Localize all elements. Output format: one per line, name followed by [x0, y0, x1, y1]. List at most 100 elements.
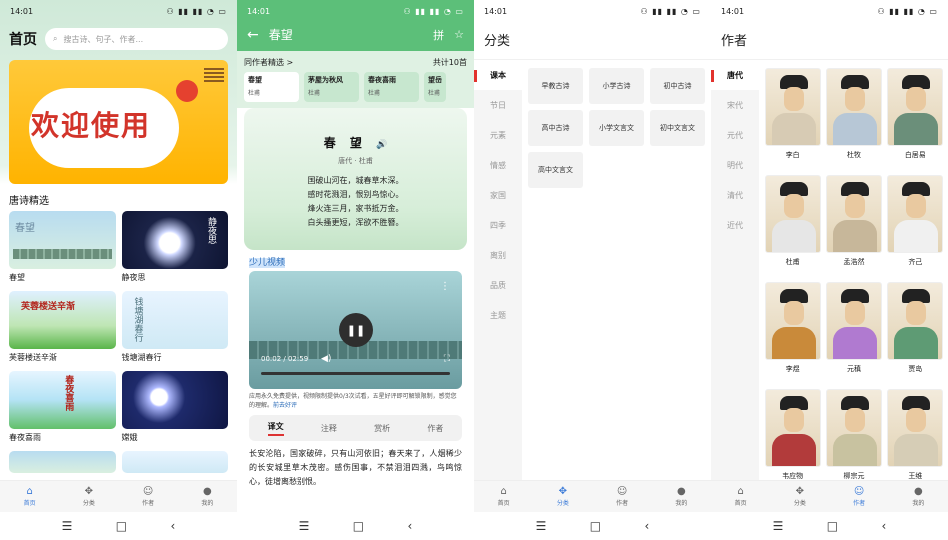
poem-name: 春望 — [9, 273, 25, 282]
tab-mine[interactable]: ● 我的 — [898, 486, 938, 507]
status-time: 14:01 — [10, 6, 34, 16]
video-progress-bar[interactable] — [261, 372, 450, 375]
video-player[interactable]: ⋮ ❚❚ 00:02 / 02:59 ◀) ⛶ — [249, 271, 462, 389]
category-item[interactable]: 离别 — [474, 240, 522, 270]
poem-card[interactable]: 钱塘湖春行 钱塘湖春行 — [121, 291, 228, 365]
author-name: 白居易 — [904, 151, 926, 159]
work-chip[interactable]: 望岳 杜甫 — [424, 72, 446, 102]
poem-card[interactable]: 嫦娥 — [121, 371, 228, 445]
tab-home[interactable]: ⌂ 首页 — [484, 486, 524, 507]
author-card[interactable]: 白居易 — [887, 68, 944, 175]
menu-nav-button[interactable]: ☰ — [62, 519, 73, 533]
tab-mine[interactable]: ● 我的 — [187, 486, 227, 507]
work-chip[interactable]: 春望 杜甫 — [244, 72, 299, 102]
translation-text: 长安沦陷，国家破碎，只有山河依旧；春天来了，人烟稀少的长安城里草木茂密。感伤国事… — [249, 449, 462, 486]
status-icons: ⚇ ▮▮ ▮▮ ◔ ▭ — [877, 6, 938, 16]
poem-name: 春夜喜雨 — [9, 433, 41, 442]
video-label: 少儿视频 — [249, 258, 286, 268]
speaker-icon[interactable]: 🔊 — [376, 140, 387, 150]
poem-card[interactable]: 静夜思 静夜思 — [121, 211, 228, 285]
subcategory-button[interactable]: 初中古诗 — [650, 68, 705, 104]
poem-thumbnail[interactable] — [9, 451, 116, 473]
author-portrait — [887, 68, 944, 146]
menu-nav-button[interactable]: ☰ — [299, 519, 310, 533]
author-card[interactable]: 李煜 — [764, 282, 821, 389]
tab-mine[interactable]: ● 我的 — [661, 486, 701, 507]
author-card[interactable]: 杜牧 — [825, 68, 882, 175]
subcategory-button[interactable]: 高中文言文 — [528, 152, 583, 188]
subcategory-button[interactable]: 高中古诗 — [528, 110, 583, 146]
home-nav-button[interactable]: □ — [116, 519, 127, 533]
subcategory-button[interactable]: 初中文言文 — [650, 110, 705, 146]
tab-translation[interactable]: 译文 — [267, 421, 284, 436]
search-input[interactable]: ⌕ 搜古诗、句子、作者... — [45, 28, 228, 50]
author-card[interactable]: 贾岛 — [887, 282, 944, 389]
poem-card[interactable]: 芙蓉楼送辛渐 芙蓉楼送辛渐 — [9, 291, 116, 365]
rate-link[interactable]: 前去好评 — [273, 402, 297, 409]
work-chip[interactable]: 茅屋为秋风 杜甫 — [304, 72, 359, 102]
tab-category[interactable]: ✥ 分类 — [543, 486, 583, 507]
author-name: 杜甫 — [785, 258, 800, 266]
author-card[interactable]: 李白 — [764, 68, 821, 175]
tab-category[interactable]: ✥ 分类 — [69, 486, 109, 507]
author-works-link[interactable]: 同作者精选 > — [244, 57, 293, 68]
home-icon: ⌂ — [737, 486, 744, 497]
dynasty-item[interactable]: 宋代 — [711, 90, 759, 120]
dynasty-item[interactable]: 近代 — [711, 210, 759, 240]
home-icon: ⌂ — [26, 486, 33, 497]
author-icon: ☺ — [853, 486, 865, 497]
pause-button[interactable]: ❚❚ — [339, 313, 373, 347]
tab-notes[interactable]: 注释 — [321, 423, 337, 434]
author-card[interactable]: 元稹 — [825, 282, 882, 389]
back-nav-button[interactable]: ‹ — [645, 519, 650, 533]
home-nav-button[interactable]: □ — [590, 519, 601, 533]
volume-icon[interactable]: ◀) — [321, 354, 331, 364]
dynasty-item[interactable]: 元代 — [711, 120, 759, 150]
dynasty-item[interactable]: 唐代 — [711, 60, 759, 90]
fullscreen-icon[interactable]: ⛶ — [444, 354, 450, 364]
tab-home[interactable]: ⌂ 首页 — [721, 486, 761, 507]
home-nav-button[interactable]: □ — [827, 519, 838, 533]
tab-author[interactable]: 作者 — [427, 423, 443, 434]
subcategory-button[interactable]: 早教古诗 — [528, 68, 583, 104]
tab-appreciation[interactable]: 赏析 — [374, 423, 390, 434]
category-item[interactable]: 四季 — [474, 210, 522, 240]
category-item[interactable]: 课本 — [474, 60, 522, 90]
author-card[interactable]: 孟浩然 — [825, 175, 882, 282]
back-nav-button[interactable]: ‹ — [882, 519, 887, 533]
tab-author[interactable]: ☺ 作者 — [128, 486, 168, 507]
welcome-banner[interactable]: 欢迎使用 — [9, 60, 228, 184]
work-chip[interactable]: 春夜喜雨 杜甫 — [364, 72, 419, 102]
poem-card[interactable]: 春望 春望 — [9, 211, 116, 285]
category-item[interactable]: 主题 — [474, 300, 522, 330]
star-icon[interactable]: ☆ — [454, 28, 464, 41]
category-item[interactable]: 情感 — [474, 150, 522, 180]
back-arrow-icon[interactable]: ← — [247, 27, 259, 43]
poem-grid: 春望 春望 静夜思 静夜思 芙蓉楼送辛渐 芙蓉楼送辛渐 钱塘湖春行 钱塘湖春行 … — [0, 211, 237, 473]
tab-home[interactable]: ⌂ 首页 — [10, 486, 50, 507]
menu-nav-button[interactable]: ☰ — [536, 519, 547, 533]
poem-card[interactable]: 春夜喜雨 春夜喜雨 — [9, 371, 116, 445]
author-portrait — [825, 68, 882, 146]
category-item[interactable]: 家国 — [474, 180, 522, 210]
category-item[interactable]: 节日 — [474, 90, 522, 120]
category-item[interactable]: 元素 — [474, 120, 522, 150]
subcategory-button[interactable]: 小学古诗 — [589, 68, 644, 104]
poem-thumbnail[interactable] — [121, 451, 228, 473]
tab-category[interactable]: ✥ 分类 — [780, 486, 820, 507]
home-nav-button[interactable]: □ — [353, 519, 364, 533]
subcategory-button[interactable]: 小学文言文 — [589, 110, 644, 146]
tab-author[interactable]: ☺ 作者 — [602, 486, 642, 507]
back-nav-button[interactable]: ‹ — [408, 519, 413, 533]
menu-nav-button[interactable]: ☰ — [773, 519, 784, 533]
author-card[interactable]: 齐己 — [887, 175, 944, 282]
tab-author[interactable]: ☺ 作者 — [839, 486, 879, 507]
dynasty-item[interactable]: 清代 — [711, 180, 759, 210]
dynasty-item[interactable]: 明代 — [711, 150, 759, 180]
author-name: 李煜 — [785, 365, 800, 373]
category-item[interactable]: 品质 — [474, 270, 522, 300]
more-icon[interactable]: ⋮ — [440, 281, 450, 292]
author-card[interactable]: 杜甫 — [764, 175, 821, 282]
pinyin-icon[interactable]: 拼 — [433, 27, 444, 43]
back-nav-button[interactable]: ‹ — [171, 519, 176, 533]
